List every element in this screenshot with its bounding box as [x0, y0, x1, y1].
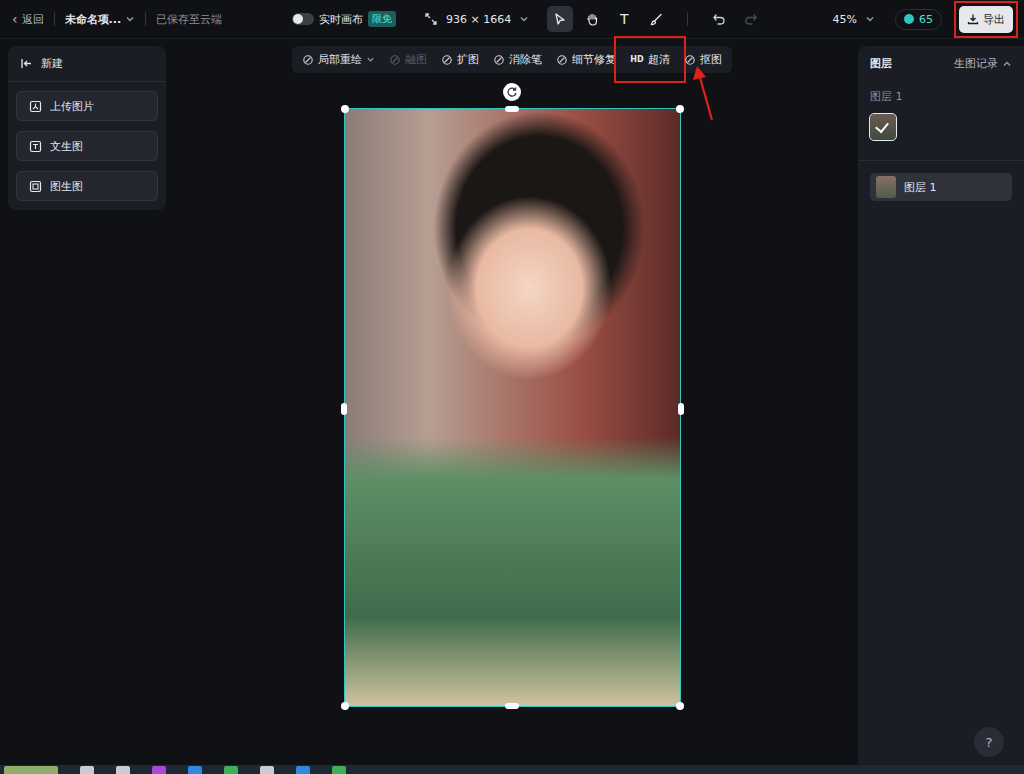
redo-icon [744, 12, 758, 26]
layer-group-label: 图层 1 [870, 89, 1012, 104]
rotate-handle[interactable] [503, 83, 521, 101]
toolbar-button[interactable]: 局部重绘 [296, 46, 381, 73]
collapse-icon [20, 57, 33, 70]
toolbar-button[interactable]: 消除笔 [487, 46, 548, 73]
tool-icon [441, 54, 453, 66]
select-tool[interactable] [547, 6, 573, 32]
toolbar-button[interactable]: 细节修复 [550, 46, 622, 73]
project-name[interactable]: 未命名项... [65, 12, 136, 27]
tool-icon [684, 54, 696, 66]
resize-handle[interactable] [676, 702, 684, 710]
zoom-select[interactable]: 45% [833, 13, 875, 26]
new-option-button[interactable]: 图生图 [16, 171, 158, 201]
canvas-image[interactable] [345, 109, 680, 706]
undo-button[interactable] [706, 6, 732, 32]
download-icon [967, 13, 979, 25]
hd-icon: HD [630, 55, 643, 64]
new-option-button[interactable]: 上传图片 [16, 91, 158, 121]
resize-handle[interactable] [341, 105, 349, 113]
credits[interactable]: 65 [895, 9, 942, 30]
back-button[interactable]: ‹返回 [12, 12, 44, 27]
resize-handle[interactable] [676, 105, 684, 113]
text-tool[interactable]: T [611, 6, 637, 32]
image-editor: ‹返回 未命名项... 已保存至云端 实时画布 限免 936 × 1664 T … [0, 0, 1024, 774]
save-status: 已保存至云端 [156, 12, 222, 27]
resize-handle[interactable] [505, 106, 519, 112]
chevron-down-icon [865, 14, 875, 24]
edit-toolbar: 局部重绘 融图 扩图 消除笔 细节修复 HD 超清 抠图 [292, 46, 731, 73]
layer-thumbnail[interactable] [870, 114, 896, 140]
layer-thumbnail [876, 176, 896, 198]
tool-icon [389, 54, 401, 66]
back-icon: ‹ [12, 12, 18, 26]
resize-handle[interactable] [505, 703, 519, 709]
new-option-button[interactable]: 文生图 [16, 131, 158, 161]
chevron-up-icon [1002, 59, 1012, 69]
generation-history-button[interactable]: 生图记录 [954, 56, 1012, 71]
upload-image-icon [29, 100, 42, 113]
export-annotation: 导出 [954, 1, 1018, 38]
check-icon [875, 119, 889, 133]
hand-tool[interactable] [579, 6, 605, 32]
pointer-icon [553, 12, 567, 26]
redo-button[interactable] [738, 6, 764, 32]
chevron-down-icon [366, 55, 375, 64]
credit-icon [904, 14, 914, 24]
annotation-arrow-icon [690, 64, 720, 124]
chevron-down-icon [125, 14, 135, 24]
help-button[interactable]: ? [974, 727, 1004, 757]
tool-icon [493, 54, 505, 66]
toolbar-button[interactable]: 抠图 [678, 46, 728, 73]
resize-icon [424, 12, 438, 26]
text-icon: T [620, 11, 629, 27]
layers-title: 图层 [870, 56, 892, 71]
taskbar [0, 765, 1024, 774]
layer-row[interactable]: 图层 1 [870, 173, 1012, 201]
image-to-image-icon [29, 180, 42, 193]
resize-handle[interactable] [678, 403, 684, 415]
chevron-down-icon [519, 14, 529, 24]
free-badge: 限免 [368, 11, 396, 27]
resize-handle[interactable] [341, 702, 349, 710]
toolbar-button[interactable]: 融图 [383, 46, 433, 73]
new-panel-title: 新建 [8, 46, 166, 82]
rotate-icon [506, 86, 518, 98]
resize-handle[interactable] [341, 403, 347, 415]
toolbar-button[interactable]: HD 超清 [624, 46, 675, 73]
live-canvas-toggle[interactable]: 实时画布 限免 [292, 11, 396, 27]
photo-block [345, 109, 680, 706]
brush-icon [649, 12, 664, 27]
top-bar: ‹返回 未命名项... 已保存至云端 实时画布 限免 936 × 1664 T … [0, 0, 1024, 39]
toolbar-button[interactable]: 扩图 [435, 46, 485, 73]
undo-icon [712, 12, 726, 26]
tool-icon [302, 54, 314, 66]
export-button[interactable]: 导出 [959, 6, 1013, 33]
brush-tool[interactable] [643, 6, 669, 32]
layers-panel: 图层 生图记录 图层 1 图层 1 ? [858, 46, 1024, 765]
hand-icon [585, 12, 600, 27]
text-to-image-icon [29, 140, 42, 153]
toggle-switch[interactable] [292, 13, 314, 25]
tool-icon [556, 54, 568, 66]
canvas-size[interactable]: 936 × 1664 [424, 12, 529, 26]
canvas-area: 局部重绘 融图 扩图 消除笔 细节修复 HD 超清 抠图 [166, 46, 858, 765]
new-panel: 新建 上传图片 文生图 图生图 [8, 46, 166, 210]
